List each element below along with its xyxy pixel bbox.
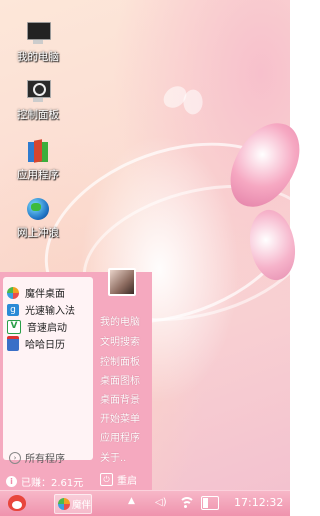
menu-item-search[interactable]: 文明搜索: [100, 333, 140, 348]
volume-icon[interactable]: ◁): [155, 497, 169, 509]
menu-item-control-panel[interactable]: 控制面板: [100, 353, 140, 368]
info-icon: i: [6, 476, 17, 487]
menu-item-my-computer[interactable]: 我的电脑: [100, 313, 140, 328]
arrow-right-icon: ›: [9, 451, 21, 464]
calendar-icon: [7, 336, 19, 351]
taskbar-app-moban[interactable]: 魔伴: [54, 494, 92, 514]
fox-face-icon: [12, 501, 22, 509]
restart-label: 重启: [117, 476, 137, 487]
start-app-calendar[interactable]: 哈哈日历: [7, 336, 65, 351]
all-programs-label: 所有程序: [25, 454, 65, 465]
earnings-indicator: i 已赚：2.61元: [6, 474, 83, 489]
earnings-text: 已赚：2.61元: [21, 478, 84, 489]
desktop-icon-label: 网上冲浪: [17, 227, 59, 239]
start-menu: 魔伴桌面 g 光速输入法 V 音速启动 哈哈日历 › 所有程序 我的电脑 文明搜…: [0, 272, 152, 490]
keyboard-g-icon: g: [7, 303, 19, 316]
desktop-icon-label: 应用程序: [17, 169, 59, 181]
v-launcher-icon: V: [7, 319, 21, 334]
start-menu-app-list: 魔伴桌面 g 光速输入法 V 音速启动 哈哈日历 › 所有程序: [3, 277, 93, 465]
user-avatar[interactable]: [108, 268, 136, 296]
desktop-icon-label: 控制面板: [17, 109, 59, 121]
desktop-icon-label: 我的电脑: [17, 51, 59, 63]
start-app-mobanzhuomian[interactable]: 魔伴桌面: [7, 285, 65, 300]
control-panel-icon: [25, 80, 51, 104]
applications-icon: [25, 139, 51, 164]
start-button[interactable]: [6, 493, 28, 513]
restart-button[interactable]: ⏻ 重启: [100, 472, 137, 487]
taskbar: 魔伴 ▲ ◁) 17:12:32: [0, 490, 290, 516]
taskbar-app-label: 魔伴: [72, 500, 92, 511]
desktop-icon-control-panel[interactable]: 控制面板: [8, 80, 68, 122]
wifi-icon[interactable]: [178, 495, 195, 509]
pinwheel-icon: [7, 286, 19, 299]
menu-item-about[interactable]: 关于..: [100, 449, 126, 464]
all-programs-button[interactable]: › 所有程序: [9, 450, 65, 465]
start-app-label: 音速启动: [27, 323, 67, 334]
tray-expand-icon[interactable]: ▲: [128, 496, 135, 506]
start-app-input-method[interactable]: g 光速输入法: [7, 302, 75, 317]
pinwheel-icon: [58, 498, 70, 510]
computer-icon: [25, 22, 51, 46]
start-app-label: 魔伴桌面: [25, 289, 65, 300]
desktop-icon-browser[interactable]: 网上冲浪: [8, 198, 68, 240]
battery-icon[interactable]: [201, 496, 219, 510]
start-app-label: 光速输入法: [25, 306, 75, 317]
menu-item-applications[interactable]: 应用程序: [100, 429, 140, 444]
taskbar-clock[interactable]: 17:12:32: [234, 496, 283, 509]
menu-item-start-menu[interactable]: 开始菜单: [100, 410, 140, 425]
menu-item-desktop-background[interactable]: 桌面背景: [100, 391, 140, 406]
menu-item-desktop-icons[interactable]: 桌面图标: [100, 372, 140, 387]
start-app-launcher[interactable]: V 音速启动: [7, 319, 67, 334]
desktop-icon-my-computer[interactable]: 我的电脑: [8, 22, 68, 64]
power-icon: ⏻: [100, 473, 113, 486]
start-app-label: 哈哈日历: [25, 340, 65, 351]
desktop-icon-applications[interactable]: 应用程序: [8, 139, 68, 182]
browser-globe-icon: [25, 198, 51, 222]
